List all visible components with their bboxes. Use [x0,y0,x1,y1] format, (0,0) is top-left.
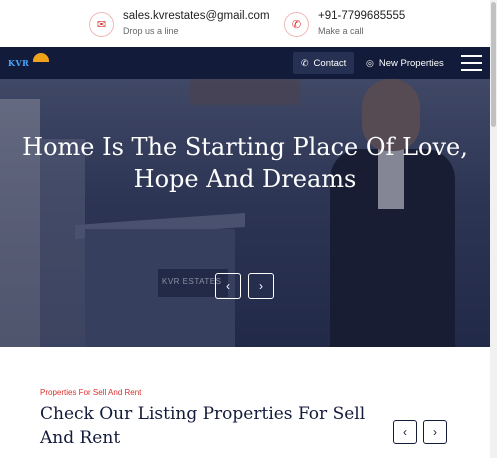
target-icon: ◎ [366,57,374,68]
logo-sun-graphic [33,53,49,62]
listing-kicker: Properties For Sell And Rent [40,388,142,397]
phone-contact[interactable]: ✆ +91-7799685555 Make a call [284,9,405,38]
email-address[interactable]: sales.kvrestates@gmail.com [123,9,270,23]
hero-overlay [0,79,490,347]
chevron-right-icon: › [259,279,263,293]
scrollbar-thumb[interactable] [491,2,496,127]
hero-prev-button[interactable]: ‹ [215,273,241,299]
hero-title: Home Is The Starting Place Of Love, Hope… [22,133,468,193]
listing-section: Properties For Sell And Rent Check Our L… [0,347,490,458]
listing-title: Check Our Listing Properties For Sell An… [40,404,366,448]
phone-number[interactable]: +91-7799685555 [318,9,405,23]
email-contact[interactable]: ✉ sales.kvrestates@gmail.com Drop us a l… [89,9,270,38]
hamburger-menu-icon[interactable] [461,55,482,71]
phone-icon: ✆ [284,12,309,37]
chevron-right-icon: › [433,425,437,439]
contact-button[interactable]: ✆ Contact [293,52,355,74]
email-label: Drop us a line [123,26,179,36]
phone-icon: ✆ [301,57,309,68]
page-scrollbar[interactable] [490,0,497,458]
main-navbar: KVR ✆ Contact ◎ New Properties [0,47,490,79]
top-contact-bar: ✉ sales.kvrestates@gmail.com Drop us a l… [0,0,490,47]
phone-label: Make a call [318,26,364,36]
listing-prev-button[interactable]: ‹ [393,420,417,444]
listing-next-button[interactable]: › [423,420,447,444]
contact-button-label: Contact [313,57,347,69]
mail-icon: ✉ [89,12,114,37]
hero-slider: KVR ESTATES Home Is The Starting Place O… [0,79,490,347]
chevron-left-icon: ‹ [403,425,407,439]
new-properties-button[interactable]: ◎ New Properties [358,52,452,74]
site-logo[interactable]: KVR [8,52,56,74]
hero-next-button[interactable]: › [248,273,274,299]
new-properties-label: New Properties [378,57,444,69]
chevron-left-icon: ‹ [226,279,230,293]
logo-text: KVR [8,58,30,68]
